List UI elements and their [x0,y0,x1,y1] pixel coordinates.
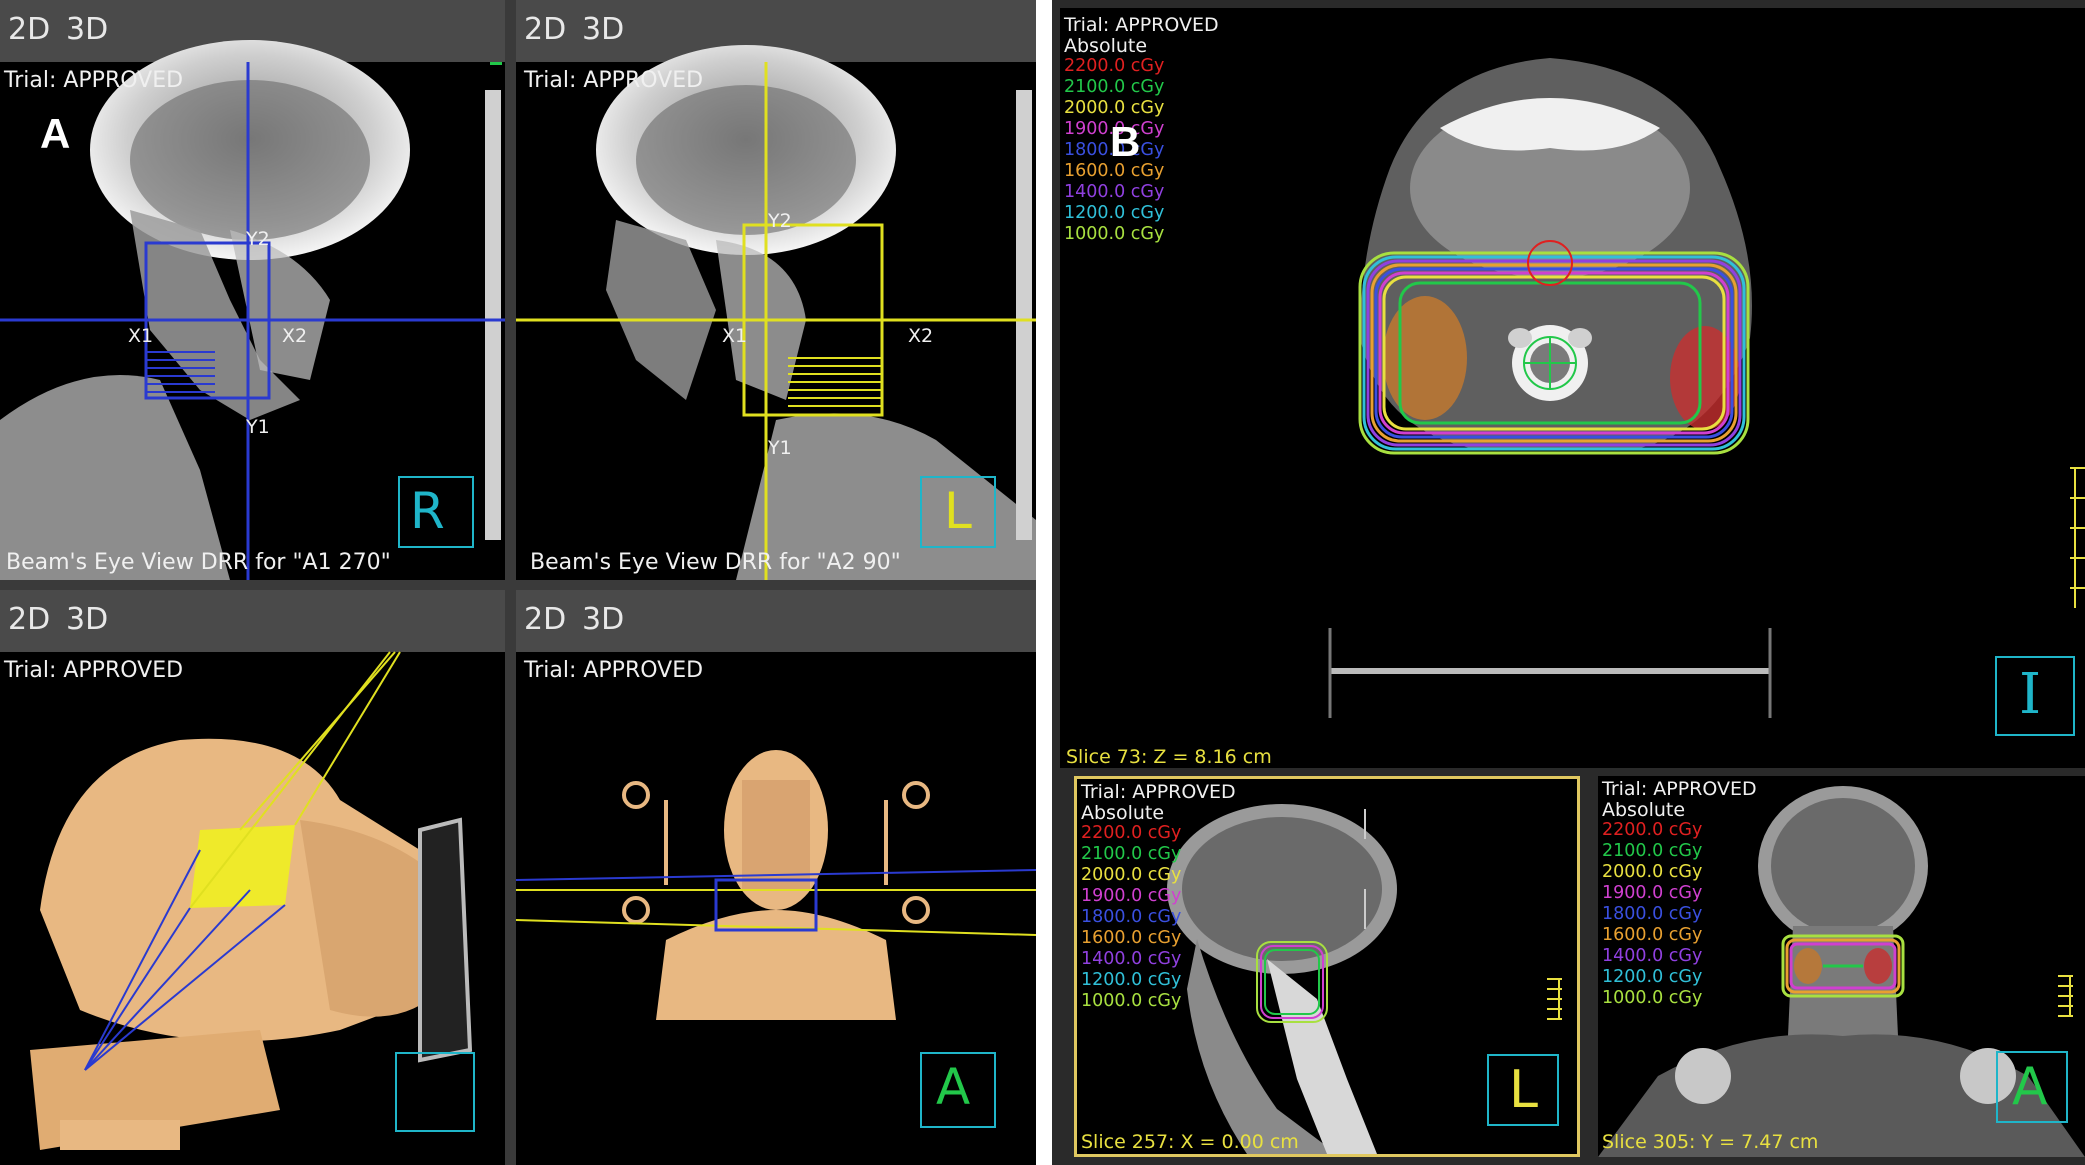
slice-info: Slice 73: Z = 8.16 cm [1066,746,1272,768]
dose-mode-label: Absolute [1602,799,1686,821]
orientation-letter: R [410,482,445,540]
dose-legend-item: 1800.0 cGy [1081,907,1182,927]
orientation-cube-icon: I [1995,656,2075,736]
view-coronal[interactable]: Trial: APPROVED Absolute 2200.0 cGy 2100.… [1598,776,2085,1157]
slice-info: Slice 305: Y = 7.47 cm [1602,1131,1819,1153]
dose-legend-item: 2200.0 cGy [1602,820,1703,840]
orientation-cube-icon: R [398,476,474,548]
panel-letter: A [40,110,71,157]
dose-legend-item: 2000.0 cGy [1602,862,1703,882]
jaw-y1-label: Y1 [768,437,792,459]
beam-caption: Beam's Eye View DRR for "A1 270" [6,550,391,575]
dose-legend-item: 1400.0 cGy [1602,946,1703,966]
view-drr-a2[interactable]: 2D 3D Trial: APPROVED Y2 X1 X2 Y1 Beam's… [516,0,1036,580]
trial-label: Trial: APPROVED [4,658,184,683]
view-3d-a4[interactable]: 2D 3D Trial: APPROVED A [516,590,1036,1165]
dose-legend-item: 1200.0 cGy [1064,203,1165,223]
slice-info: Slice 257: X = 0.00 cm [1081,1131,1299,1153]
jaw-y2-label: Y2 [246,228,270,250]
dose-legend: 2200.0 cGy 2100.0 cGy 2000.0 cGy 1900.0 cGy… [1081,823,1181,1012]
dose-legend-item: 1000.0 cGy [1081,991,1182,1011]
dose-legend-item: 2100.0 cGy [1602,841,1703,861]
dose-legend-item: 1200.0 cGy [1081,970,1182,990]
jaw-x2-label: X2 [908,325,934,347]
dose-legend-item: 1600.0 cGy [1081,928,1182,948]
view-sagittal[interactable]: Trial: APPROVED Absolute 2200.0 cGy 2100.… [1074,776,1580,1157]
orientation-cube-icon: A [920,1052,996,1128]
orientation-letter: A [936,1058,971,1116]
dose-legend-item: 1900.0 cGy [1602,883,1703,903]
view-axial[interactable]: Trial: APPROVED Absolute 2200.0 cGy 2100.… [1060,8,2085,768]
panel-b: Trial: APPROVED Absolute 2200.0 cGy 2100.… [1052,0,2085,1165]
orientation-letter: L [1509,1060,1538,1120]
dose-legend-item: 2100.0 cGy [1064,77,1165,97]
jaw-x2-label: X2 [282,325,308,347]
dose-legend-item: 1200.0 cGy [1602,967,1703,987]
dose-legend-item: 1000.0 cGy [1602,988,1703,1008]
trial-label: Trial: APPROVED [1064,14,1219,36]
dose-legend-item: 1400.0 cGy [1064,182,1165,202]
orientation-cube-icon [395,1052,475,1132]
dose-legend-item: 1800.0 cGy [1602,904,1703,924]
trial-label: Trial: APPROVED [524,68,704,93]
view-3d-a3[interactable]: 2D 3D Trial: APPROVED [0,590,505,1165]
beam-caption: Beam's Eye View DRR for "A2 90" [530,550,901,575]
jaw-y2-label: Y2 [768,210,792,232]
orientation-letter: L [944,482,972,540]
dose-legend-item: 1900.0 cGy [1081,886,1182,906]
dose-legend-item: 2200.0 cGy [1064,56,1165,76]
dose-legend: 2200.0 cGy 2100.0 cGy 2000.0 cGy 1900.0 cGy… [1602,820,1702,1009]
panel-letter: B [1110,118,1141,165]
jaw-x1-label: X1 [128,325,154,347]
view-drr-a1[interactable]: 2D 3D Trial: APPROVED A Y2 X1 X2 Y1 Beam… [0,0,505,580]
trial-label: Trial: APPROVED [524,658,704,683]
dose-legend-item: 2200.0 cGy [1081,823,1182,843]
dose-legend-item: 2100.0 cGy [1081,844,1182,864]
orientation-letter: I [2019,662,2042,727]
orientation-cube-icon: L [920,476,996,548]
dose-mode-label: Absolute [1081,802,1165,824]
orientation-cube-icon: L [1487,1054,1559,1126]
dose-mode-label: Absolute [1064,35,1148,57]
panel-a: 2D 3D Trial: APPROVED A Y2 X1 X2 Y1 Beam… [0,0,1036,1165]
orientation-cube-icon: A [1996,1051,2068,1123]
dose-legend-item: 1600.0 cGy [1602,925,1703,945]
dose-legend-item: 1000.0 cGy [1064,224,1165,244]
axial-ct-image [1060,8,2085,768]
dose-legend-item: 2000.0 cGy [1064,98,1165,118]
trial-label: Trial: APPROVED [1602,778,1757,800]
jaw-x1-label: X1 [722,325,748,347]
trial-label: Trial: APPROVED [4,68,184,93]
trial-label: Trial: APPROVED [1081,781,1236,803]
dose-legend-item: 2000.0 cGy [1081,865,1182,885]
dose-legend-item: 1400.0 cGy [1081,949,1182,969]
orientation-letter: A [2012,1057,2048,1117]
jaw-y1-label: Y1 [246,416,270,438]
